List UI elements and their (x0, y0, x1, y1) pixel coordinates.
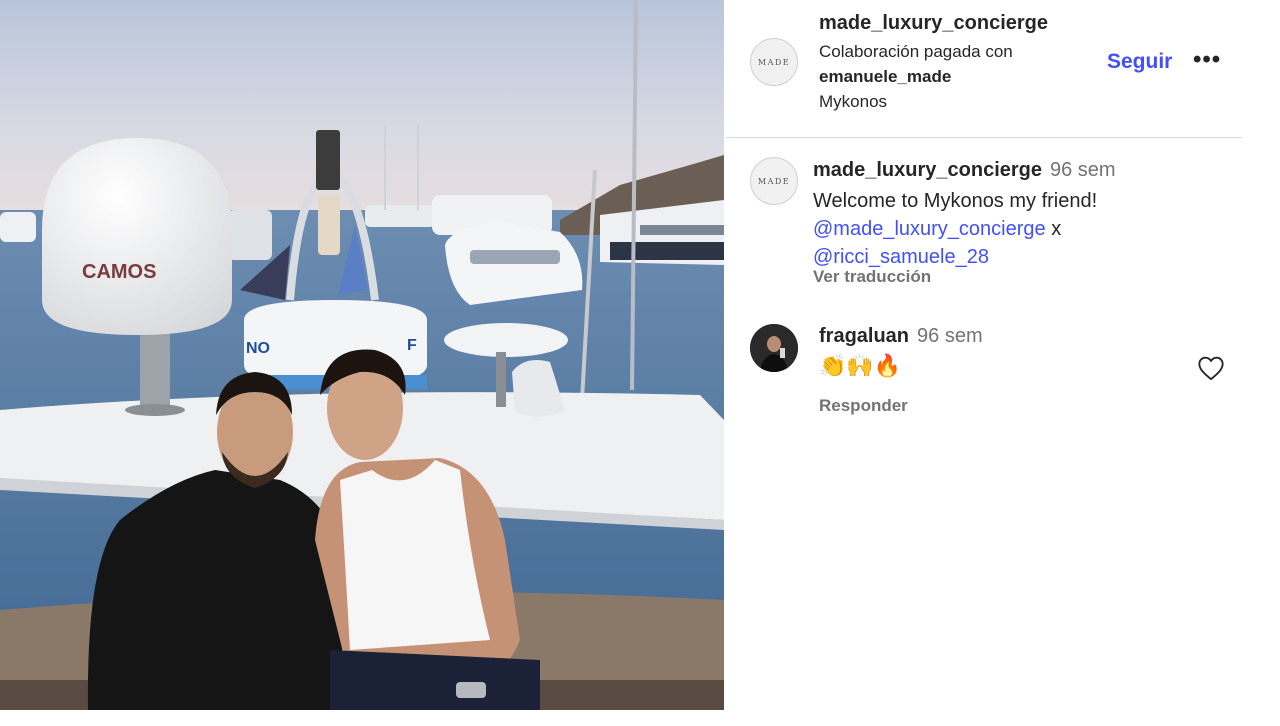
mention-link[interactable]: @made_luxury_concierge (813, 218, 1046, 240)
paid-partnership-label: Colaboración pagada con (819, 42, 1013, 61)
svg-text:F: F (407, 337, 417, 354)
partner-username[interactable]: emanuele_made (819, 67, 951, 87)
more-options-icon[interactable]: ••• (1193, 46, 1221, 74)
comment-time: 96 sem (1050, 159, 1116, 181)
author-avatar[interactable]: MADE (750, 38, 798, 86)
heart-outline-icon[interactable] (1197, 355, 1225, 381)
commenter-username[interactable]: fragaluan (819, 325, 909, 347)
avatar-logo-text: MADE (757, 176, 791, 186)
comment-time: 96 sem (917, 325, 983, 347)
follow-button[interactable]: Seguir (1107, 50, 1172, 74)
avatar-logo-text: MADE (757, 57, 791, 67)
comment-text: 👏🙌🔥 (819, 353, 902, 378)
post-sidebar: MADE made_luxury_concierge Colaboración … (726, 0, 1280, 726)
post-photo[interactable]: CAMOS NO F (0, 0, 724, 710)
commenter-avatar[interactable]: MADE (750, 157, 798, 205)
commenter-username[interactable]: made_luxury_concierge (813, 159, 1042, 181)
svg-text:NO: NO (246, 340, 270, 357)
mention-link[interactable]: @ricci_samuele_28 (813, 246, 989, 268)
mention-separator: x (1045, 218, 1062, 240)
post-location[interactable]: Mykonos (819, 92, 887, 112)
post-header: MADE made_luxury_concierge Colaboración … (726, 0, 1242, 138)
see-translation-link[interactable]: Ver traducción (813, 267, 931, 287)
commenter-avatar[interactable] (750, 324, 798, 372)
caption-text: Welcome to Mykonos my friend! (813, 190, 1098, 212)
author-username[interactable]: made_luxury_concierge (819, 12, 1048, 35)
comment-text: Welcome to Mykonos my friend! @made_luxu… (813, 187, 1233, 271)
svg-text:CAMOS: CAMOS (82, 261, 156, 283)
reply-button[interactable]: Responder (819, 396, 908, 416)
